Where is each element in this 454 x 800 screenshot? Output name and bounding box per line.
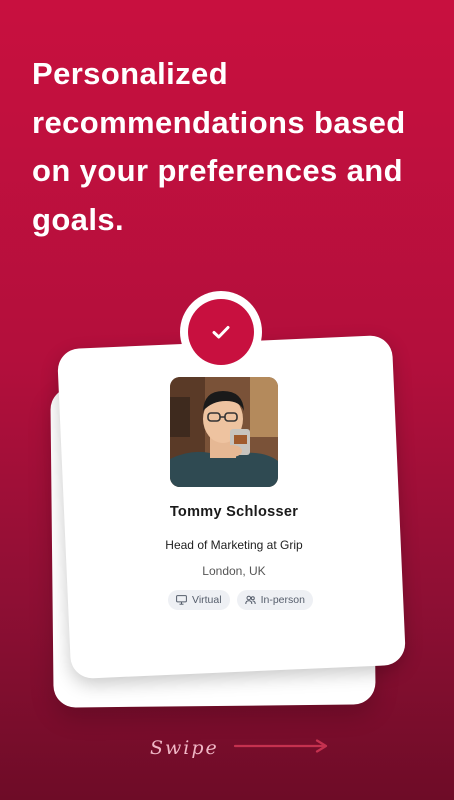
profile-location: London, UK — [202, 564, 266, 578]
swipe-hint[interactable]: Swipe — [150, 737, 331, 759]
profile-title: Head of Marketing at Grip — [165, 538, 303, 552]
match-badge — [180, 291, 262, 373]
card-content: Tommy Schlosser Head of Marketing at Gri… — [86, 376, 382, 666]
avatar — [170, 377, 278, 487]
profile-name: Tommy Schlosser — [169, 504, 299, 520]
tag-virtual: Virtual — [168, 590, 230, 610]
tag-in-person: In-person — [236, 590, 313, 610]
swipe-label: Swipe — [150, 737, 219, 759]
monitor-icon — [176, 595, 187, 605]
tag-virtual-label: Virtual — [192, 594, 222, 606]
check-icon — [188, 299, 254, 365]
onboarding-headline: Personalized recommendations based on yo… — [32, 56, 406, 237]
tag-in-person-label: In-person — [260, 594, 305, 606]
meeting-type-tags: Virtual In-person — [168, 590, 313, 610]
arrow-right-icon — [233, 738, 331, 758]
people-icon — [244, 595, 256, 605]
